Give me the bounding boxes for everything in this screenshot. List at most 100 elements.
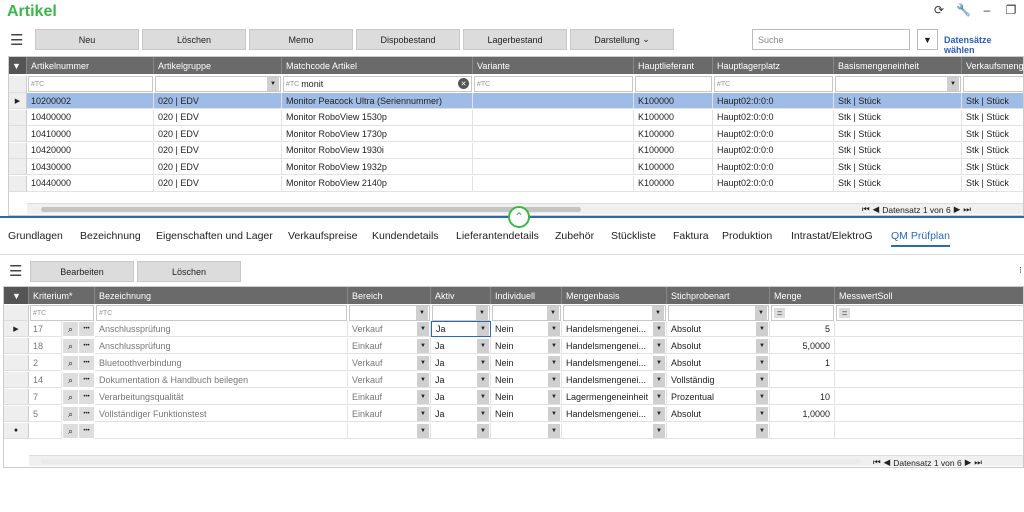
qm-cell[interactable] xyxy=(835,423,1023,439)
article-cell[interactable]: Stk | Stück xyxy=(962,143,1023,159)
dropdown-arrow-icon[interactable]: ▼ xyxy=(477,424,489,438)
row-indicator[interactable] xyxy=(9,175,27,192)
article-cell[interactable]: Stk | Stück xyxy=(962,176,1023,192)
dropdown-arrow-icon[interactable]: ▼ xyxy=(947,77,959,91)
dropdown-arrow-icon[interactable]: ▼ xyxy=(417,424,429,438)
dropdown-arrow-icon[interactable]: ▼ xyxy=(756,373,768,387)
qm-cell[interactable]: Absolut xyxy=(667,406,770,422)
col-aktiv[interactable]: Aktiv xyxy=(431,287,491,304)
qm-cell[interactable]: Dokumentation & Handbuch beilegen xyxy=(95,372,348,388)
search-icon[interactable]: ⌕ xyxy=(63,356,78,370)
article-cell[interactable] xyxy=(473,126,634,142)
tab-faktura[interactable]: Faktura xyxy=(673,230,709,242)
search-icon[interactable]: ⌕ xyxy=(63,424,78,438)
col-hauptlagerplatz[interactable]: Hauptlagerplatz xyxy=(713,57,834,74)
qm-cell[interactable]: Anschlussprüfung xyxy=(95,321,348,337)
qm-cell[interactable]: Handelsmengenei... xyxy=(562,321,667,337)
article-cell[interactable]: Monitor Peacock Ultra (Seriennummer) xyxy=(282,93,473,109)
dropdown-arrow-icon[interactable]: ▼ xyxy=(548,373,560,387)
article-cell[interactable]: Stk | Stück xyxy=(834,175,962,192)
col-bezeichnung[interactable]: Bezeichnung xyxy=(95,287,348,304)
dropdown-arrow-icon[interactable]: ▼ xyxy=(477,373,489,387)
article-cell[interactable]: 020 | EDV xyxy=(154,142,282,159)
hamburger-menu-icon[interactable]: ☰ xyxy=(10,31,23,49)
dropdown-arrow-icon[interactable]: ▼ xyxy=(756,322,768,336)
qm-cell[interactable]: 10 xyxy=(770,389,835,405)
article-cell[interactable] xyxy=(473,175,634,192)
dropdown-arrow-icon[interactable]: ▼ xyxy=(477,339,489,353)
row-indicator[interactable] xyxy=(4,406,29,422)
qm-cell[interactable]: 5 xyxy=(770,321,835,337)
dropdown-arrow-icon[interactable]: ▼ xyxy=(548,390,560,404)
search-icon[interactable]: ⌕ xyxy=(63,407,78,421)
article-cell[interactable]: Stk | Stück xyxy=(834,159,962,175)
last-page-icon[interactable]: ⏭ xyxy=(963,204,971,215)
search-dropdown-icon[interactable]: ▼ xyxy=(917,29,938,50)
dropdown-arrow-icon[interactable]: ▼ xyxy=(477,390,489,404)
dropdown-arrow-icon[interactable]: ▼ xyxy=(756,356,768,370)
dropdown-arrow-icon[interactable]: ▼ xyxy=(548,424,560,438)
dropdown-arrow-icon[interactable]: ▼ xyxy=(653,424,665,438)
qm-cell[interactable]: Verarbeitungsqualität xyxy=(95,389,348,405)
col-matchcode[interactable]: Matchcode Artikel xyxy=(282,57,473,74)
last-page-icon[interactable]: ⏭ xyxy=(974,457,982,468)
dropdown-arrow-icon[interactable]: ▼ xyxy=(652,306,664,320)
article-cell[interactable] xyxy=(473,109,634,126)
memo-button[interactable]: Memo xyxy=(249,29,353,50)
qm-cell[interactable] xyxy=(835,321,1023,337)
current-row-indicator[interactable]: ▶ xyxy=(9,93,27,109)
tab-zubehoer[interactable]: Zubehör xyxy=(555,230,594,242)
darstellung-button[interactable]: Darstellung ⌄ xyxy=(570,29,674,50)
col-artikelnummer[interactable]: Artikelnummer xyxy=(27,57,154,74)
qm-filter-stichprobenart[interactable] xyxy=(668,305,769,321)
search-input[interactable]: Suche xyxy=(752,29,910,50)
row-indicator[interactable] xyxy=(4,372,29,388)
dropdown-arrow-icon[interactable]: ▼ xyxy=(653,373,665,387)
qm-filter-messwertsoll[interactable]: = xyxy=(836,305,1023,321)
article-cell[interactable]: Stk | Stück xyxy=(962,93,1023,109)
qm-cell[interactable]: 5,0000 xyxy=(770,338,835,354)
article-cell[interactable]: 10440000 xyxy=(27,175,154,192)
article-cell[interactable]: 020 | EDV xyxy=(154,175,282,192)
article-cell[interactable]: Haupt02:0:0:0 xyxy=(713,109,834,126)
dropdown-arrow-icon[interactable]: ▼ xyxy=(756,390,768,404)
col-stichprobenart[interactable]: Stichprobenart xyxy=(667,287,770,304)
article-cell[interactable]: Haupt02:0:0:0 xyxy=(713,126,834,142)
qm-cell[interactable]: 2 xyxy=(29,355,62,371)
dropdown-arrow-icon[interactable]: ▼ xyxy=(755,306,767,320)
qm-cell[interactable] xyxy=(835,372,1023,388)
qm-cell[interactable] xyxy=(770,423,835,439)
col-kriterium[interactable]: Kriterium* xyxy=(29,287,95,304)
qm-cell[interactable]: 17 xyxy=(29,321,62,337)
dispobestand-button[interactable]: Dispobestand xyxy=(356,29,460,50)
minimize-icon[interactable]: – xyxy=(980,3,994,17)
wrench-icon[interactable]: 🔧 xyxy=(956,3,971,17)
dropdown-arrow-icon[interactable]: ▼ xyxy=(653,339,665,353)
article-cell[interactable]: Haupt02:0:0:0 xyxy=(713,93,834,109)
qm-filter-messwert-operator[interactable]: = xyxy=(839,308,851,318)
select-records-link[interactable]: Datensätze wählen xyxy=(944,35,1024,55)
tab-intrastat[interactable]: Intrastat/ElektroG xyxy=(791,230,873,242)
qm-cell[interactable]: 14 xyxy=(29,372,62,388)
article-cell[interactable]: 020 | EDV xyxy=(154,159,282,175)
qm-cell[interactable] xyxy=(835,338,1023,354)
filter-variante[interactable]: #TC xyxy=(474,76,633,92)
dropdown-arrow-icon[interactable]: ▼ xyxy=(417,356,429,370)
tab-lieferantendetails[interactable]: Lieferantendetails xyxy=(456,230,539,242)
dropdown-arrow-icon[interactable]: ▼ xyxy=(653,356,665,370)
current-row-indicator[interactable]: ▶ xyxy=(4,321,29,337)
qm-cell[interactable] xyxy=(29,423,62,439)
col-menge[interactable]: Menge xyxy=(770,287,835,304)
article-cell[interactable]: K100000 xyxy=(634,126,713,142)
col-verkaufsmenge[interactable]: Verkaufsmenge xyxy=(962,57,1023,74)
search-icon[interactable]: ⌕ xyxy=(63,390,78,404)
filter-matchcode[interactable]: #TC monit xyxy=(283,76,472,92)
filter-artikelnummer[interactable]: #TC xyxy=(28,76,153,92)
tab-verkaufspreise[interactable]: Verkaufspreise xyxy=(288,230,357,242)
more-icon[interactable]: ••• xyxy=(79,322,94,336)
tab-eigenschaften[interactable]: Eigenschaften und Lager xyxy=(156,230,273,242)
filter-icon[interactable]: ▼ xyxy=(9,57,27,74)
article-cell[interactable]: Stk | Stück xyxy=(834,142,962,159)
dropdown-arrow-icon[interactable]: ▼ xyxy=(756,407,768,421)
qm-cell[interactable]: 1,0000 xyxy=(770,406,835,422)
